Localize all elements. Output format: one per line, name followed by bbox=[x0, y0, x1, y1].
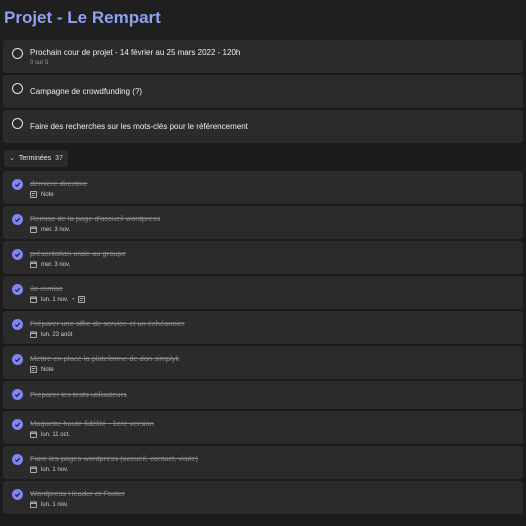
task-item[interactable]: Campagne de crowdfunding (?) bbox=[3, 75, 523, 108]
check-circle-icon[interactable] bbox=[12, 319, 23, 330]
completed-task-item[interactable]: Préparer une offre de service et un éché… bbox=[3, 311, 523, 344]
due-date: mer. 3 nov. bbox=[41, 226, 71, 233]
task-meta: Note bbox=[30, 191, 523, 198]
check-circle-icon[interactable] bbox=[12, 419, 23, 430]
completed-task-item[interactable]: Préparer les tests utilisateurs bbox=[3, 381, 523, 409]
page-title: Projet - Le Rempart bbox=[0, 0, 526, 40]
completed-task-item[interactable]: Mettre en place la plateforme de don sim… bbox=[3, 346, 523, 379]
task-title: présentation orale au groupe bbox=[30, 249, 126, 258]
due-date: lun. 11 oct. bbox=[41, 431, 70, 438]
note-icon bbox=[78, 296, 86, 303]
completed-task-item[interactable]: Remise de la page d'accueil wordpress me… bbox=[3, 206, 523, 239]
chevron-down-icon: ⌄ bbox=[9, 155, 15, 162]
check-circle-icon[interactable] bbox=[12, 489, 23, 500]
completed-task-item[interactable]: Faire les pages wordpress (accueil, cont… bbox=[3, 446, 523, 479]
calendar-icon bbox=[30, 226, 37, 233]
task-title: Prochain cour de projet - 14 février au … bbox=[30, 48, 241, 57]
task-title: Mettre en place la plateforme de don sim… bbox=[30, 354, 180, 363]
task-title: Préparer les tests utilisateurs bbox=[30, 390, 127, 399]
task-title: Maquette haute fidélité - 1ere version bbox=[30, 419, 154, 428]
task-checkbox[interactable] bbox=[12, 48, 23, 59]
completed-task-item[interactable]: 3e remise lun. 1 nov. • bbox=[3, 276, 523, 309]
task-meta: Note bbox=[30, 366, 523, 373]
completed-label: Terminées bbox=[18, 154, 52, 162]
task-meta: lun. 1 nov. bbox=[30, 466, 523, 473]
completed-toggle[interactable]: ⌄ Terminées 37 bbox=[4, 149, 68, 167]
note-icon bbox=[30, 191, 37, 198]
check-circle-icon[interactable] bbox=[12, 454, 23, 465]
completed-task-item[interactable]: Wordpress Header et Footer lun. 1 nov. bbox=[3, 481, 523, 514]
task-title: Préparer une offre de service et un éché… bbox=[30, 319, 185, 328]
completed-task-item[interactable]: derniere directive Note bbox=[3, 171, 523, 204]
due-date: lun. 1 nov. bbox=[41, 296, 69, 303]
calendar-icon bbox=[30, 296, 37, 303]
task-meta: lun. 23 août bbox=[30, 331, 523, 338]
task-meta: lun. 11 oct. bbox=[30, 431, 523, 438]
due-date: lun. 1 nov. bbox=[41, 466, 69, 473]
task-meta: mer. 3 nov. bbox=[30, 226, 523, 233]
due-date: lun. 23 août bbox=[41, 331, 73, 338]
separator-dot: • bbox=[72, 296, 75, 303]
task-title: Campagne de crowdfunding (?) bbox=[30, 87, 143, 96]
completed-task-item[interactable]: présentation orale au groupe mer. 3 nov. bbox=[3, 241, 523, 274]
check-circle-icon[interactable] bbox=[12, 354, 23, 365]
note-label: Note bbox=[41, 191, 54, 198]
check-circle-icon[interactable] bbox=[12, 179, 23, 190]
calendar-icon bbox=[30, 431, 37, 438]
check-circle-icon[interactable] bbox=[12, 389, 23, 400]
note-label: Note bbox=[41, 366, 54, 373]
task-title: Wordpress Header et Footer bbox=[30, 489, 125, 498]
subtask-progress: 0 sur 5 bbox=[30, 60, 49, 66]
task-title: Faire les pages wordpress (accueil, cont… bbox=[30, 454, 198, 463]
calendar-icon bbox=[30, 261, 37, 268]
app-window: Projet - Le Rempart Prochain cour de pro… bbox=[0, 0, 526, 526]
check-circle-icon[interactable] bbox=[12, 214, 23, 225]
check-circle-icon[interactable] bbox=[12, 249, 23, 260]
open-task-list: Prochain cour de projet - 14 février au … bbox=[0, 40, 526, 143]
task-meta: mer. 3 nov. bbox=[30, 261, 523, 268]
due-date: lun. 1 nov. bbox=[41, 501, 69, 508]
completed-count: 37 bbox=[55, 154, 63, 162]
completed-task-list: derniere directive Note Remise de la pag… bbox=[0, 171, 526, 514]
task-title: Remise de la page d'accueil wordpress bbox=[30, 214, 161, 223]
calendar-icon bbox=[30, 331, 37, 338]
task-checkbox[interactable] bbox=[12, 83, 23, 94]
task-meta: lun. 1 nov. bbox=[30, 501, 523, 508]
task-title: derniere directive bbox=[30, 179, 88, 188]
completed-group-header: ⌄ Terminées 37 bbox=[0, 145, 526, 171]
task-title: 3e remise bbox=[30, 284, 63, 293]
task-item[interactable]: Prochain cour de projet - 14 février au … bbox=[3, 40, 523, 73]
task-checkbox[interactable] bbox=[12, 118, 23, 129]
task-meta: lun. 1 nov. • bbox=[30, 296, 523, 303]
note-icon bbox=[30, 366, 37, 373]
check-circle-icon[interactable] bbox=[12, 284, 23, 295]
task-item[interactable]: Faire des recherches sur les mots-clés p… bbox=[3, 110, 523, 143]
calendar-icon bbox=[30, 466, 37, 473]
task-title: Faire des recherches sur les mots-clés p… bbox=[30, 122, 248, 131]
due-date: mer. 3 nov. bbox=[41, 261, 71, 268]
calendar-icon bbox=[30, 501, 37, 508]
completed-task-item[interactable]: Maquette haute fidélité - 1ere version l… bbox=[3, 411, 523, 444]
